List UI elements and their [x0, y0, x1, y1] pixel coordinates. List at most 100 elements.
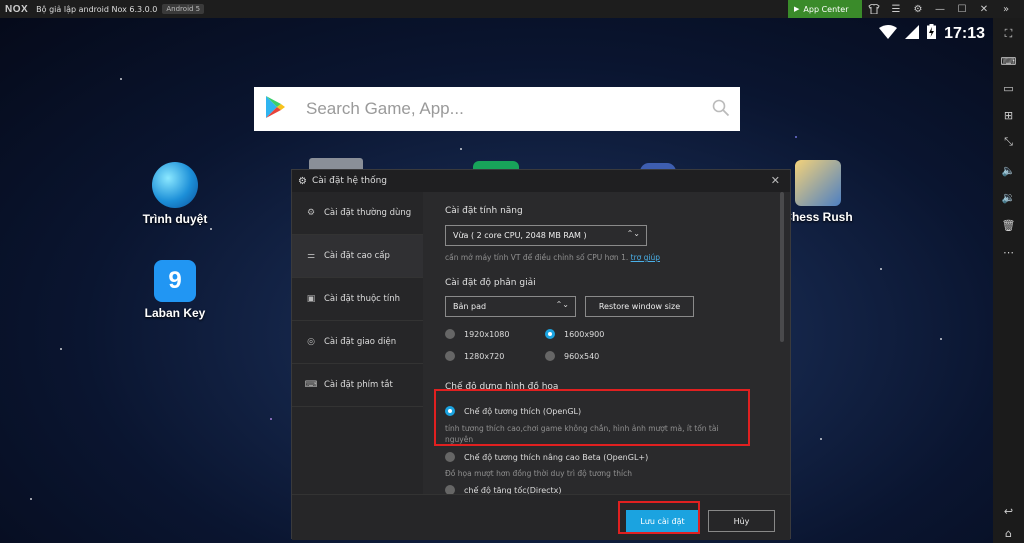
browser-app[interactable]: Trình duyệt — [135, 162, 215, 226]
app-center-button[interactable]: ▶ App Center — [788, 0, 862, 18]
more-icon[interactable]: ⋯ — [993, 242, 1024, 262]
trash-icon[interactable]: 🗑 — [993, 215, 1024, 235]
dialog-footer: Lưu cài đặt Hủy — [292, 494, 790, 540]
nav-item-interface[interactable]: ◎ Cài đặt giao diện — [292, 321, 423, 364]
resolution-select[interactable]: Bản pad ⌃⌄ — [445, 296, 576, 317]
radio-button[interactable] — [445, 329, 455, 339]
right-toolbar: ⛶ ⌨ ▭ ⊞ ⤡ 🔈 🔉 🗑 ⋯ ↩ ⌂ — [993, 18, 1024, 543]
sliders-icon: ⚌ — [306, 251, 316, 261]
performance-title: Cài đặt tính năng — [445, 206, 523, 216]
window-title: Bộ giả lập android Nox 6.3.0.0 — [36, 4, 158, 14]
radio-label: 1920x1080 — [464, 329, 510, 339]
nav-label: Cài đặt giao diện — [324, 337, 397, 347]
title-bar: NOX Bộ giả lập android Nox 6.3.0.0 Andro… — [0, 0, 1024, 18]
close-icon[interactable]: ✕ — [973, 0, 995, 18]
radio-button[interactable] — [445, 452, 455, 462]
nav-label: Cài đặt cao cấp — [324, 251, 390, 261]
radio-button-selected[interactable] — [545, 329, 555, 339]
graphics-option-openglplus[interactable]: Chế độ tương thích nâng cao Beta (OpenGL… — [445, 452, 648, 462]
updown-caret-icon: ⌃⌄ — [555, 300, 569, 309]
resolution-option-1920[interactable]: 1920x1080 — [445, 329, 509, 339]
keyboard-icon[interactable]: ⌨ — [993, 51, 1024, 71]
gear-icon: ⚙ — [306, 208, 316, 218]
radio-label: chế độ tăng tốc(Directx) — [464, 485, 562, 495]
system-settings-dialog: ⚙ Cài đặt hệ thống ✕ ⚙ Cài đặt thường dù… — [291, 169, 792, 540]
restore-window-size-button[interactable]: Restore window size — [585, 296, 694, 317]
performance-hint: cần mở máy tính VT để điều chỉnh số CPU … — [445, 253, 660, 262]
volume-down-icon[interactable]: 🔉 — [993, 187, 1024, 207]
nav-label: Cài đặt thường dùng — [324, 208, 412, 218]
status-bar: 17:13 — [879, 24, 985, 43]
nav-item-general[interactable]: ⚙ Cài đặt thường dùng — [292, 192, 423, 235]
resolution-value: Bản pad — [453, 302, 487, 311]
dialog-header: ⚙ Cài đặt hệ thống ✕ — [292, 170, 790, 192]
play-icon: ▶ — [794, 5, 800, 13]
screenshot-icon[interactable]: ▭ — [993, 78, 1024, 98]
radio-label: 960x540 — [564, 351, 600, 361]
radio-label: Chế độ tương thích nâng cao Beta (OpenGL… — [464, 452, 649, 462]
full-screen-icon[interactable]: ⛶ — [993, 24, 1024, 44]
search-icon[interactable] — [712, 99, 730, 121]
back-icon[interactable]: ↩ — [993, 501, 1024, 521]
nav-label: Cài đặt thuộc tính — [324, 294, 400, 304]
save-button-highlight-box — [618, 501, 700, 534]
globe-icon — [152, 162, 198, 208]
resolution-title: Cài đặt độ phân giải — [445, 278, 536, 288]
resolution-option-1600[interactable]: 1600x900 — [545, 329, 604, 339]
menu-icon[interactable]: ☰ — [885, 0, 907, 18]
opengl-highlight-box — [434, 389, 750, 446]
keyboard-icon: ⌨ — [304, 380, 318, 390]
performance-value: Vừa ( 2 core CPU, 2048 MB RAM ) — [453, 231, 587, 240]
minimize-icon[interactable]: — — [929, 0, 951, 18]
search-input[interactable]: Search Game, App... — [306, 99, 464, 119]
updown-caret-icon: ⌃⌄ — [626, 229, 640, 238]
cancel-button[interactable]: Hủy — [708, 510, 775, 532]
clock: 17:13 — [944, 24, 985, 42]
laban-key-app[interactable]: 9 Laban Key — [135, 260, 215, 320]
wifi-icon — [879, 24, 898, 43]
browser-label: Trình duyệt — [142, 212, 208, 226]
resolution-option-960[interactable]: 960x540 — [545, 351, 599, 361]
battery-icon — [927, 24, 937, 43]
shirt-icon[interactable] — [863, 0, 885, 18]
home-icon[interactable]: ⌂ — [993, 523, 1024, 543]
settings-content: Cài đặt tính năng Vừa ( 2 core CPU, 2048… — [423, 192, 792, 494]
radio-label: 1280x720 — [464, 351, 505, 361]
help-link[interactable]: trợ giúp — [631, 253, 660, 262]
nox-logo: NOX — [5, 3, 29, 15]
search-bar[interactable]: Search Game, App... — [254, 87, 740, 131]
maximize-icon[interactable]: ☐ — [951, 0, 973, 18]
chess-rush-icon — [795, 160, 841, 206]
openglplus-description: Đồ họa mượt hơn đồng thời duy trì độ tươ… — [445, 469, 632, 478]
properties-icon: ▣ — [306, 294, 316, 304]
resize-icon[interactable]: ⤡ — [993, 132, 1024, 152]
nav-item-shortcuts[interactable]: ⌨ Cài đặt phím tắt — [292, 364, 423, 407]
resolution-option-1280[interactable]: 1280x720 — [445, 351, 504, 361]
laban-key-icon: 9 — [154, 260, 196, 302]
radio-label: 1600x900 — [564, 329, 605, 339]
performance-hint-text: cần mở máy tính VT để điều chỉnh số CPU … — [445, 253, 629, 262]
settings-nav: ⚙ Cài đặt thường dùng ⚌ Cài đặt cao cấp … — [292, 192, 423, 494]
radio-button[interactable] — [545, 351, 555, 361]
nav-label: Cài đặt phím tắt — [324, 380, 393, 390]
graphics-option-directx[interactable]: chế độ tăng tốc(Directx) — [445, 485, 562, 494]
radio-button[interactable] — [445, 485, 455, 494]
nav-item-advanced[interactable]: ⚌ Cài đặt cao cấp — [292, 235, 423, 278]
laban-key-label: Laban Key — [144, 306, 206, 320]
add-apk-icon[interactable]: ⊞ — [993, 105, 1024, 125]
dialog-close-icon[interactable]: ✕ — [771, 174, 780, 187]
dialog-title: Cài đặt hệ thống — [311, 176, 388, 186]
android-version-badge: Android 5 — [162, 4, 205, 14]
volume-up-icon[interactable]: 🔈 — [993, 160, 1024, 180]
nav-item-properties[interactable]: ▣ Cài đặt thuộc tính — [292, 278, 423, 321]
signal-icon — [905, 24, 920, 43]
app-center-label: App Center — [803, 4, 849, 14]
gear-icon[interactable]: ⚙ — [907, 0, 929, 18]
double-arrow-icon[interactable]: » — [995, 0, 1017, 18]
palette-icon: ◎ — [307, 337, 315, 347]
performance-select[interactable]: Vừa ( 2 core CPU, 2048 MB RAM ) ⌃⌄ — [445, 225, 647, 246]
settings-scrollbar[interactable] — [780, 192, 784, 342]
play-store-icon — [264, 95, 286, 123]
radio-button[interactable] — [445, 351, 455, 361]
gear-icon: ⚙ — [298, 175, 307, 187]
